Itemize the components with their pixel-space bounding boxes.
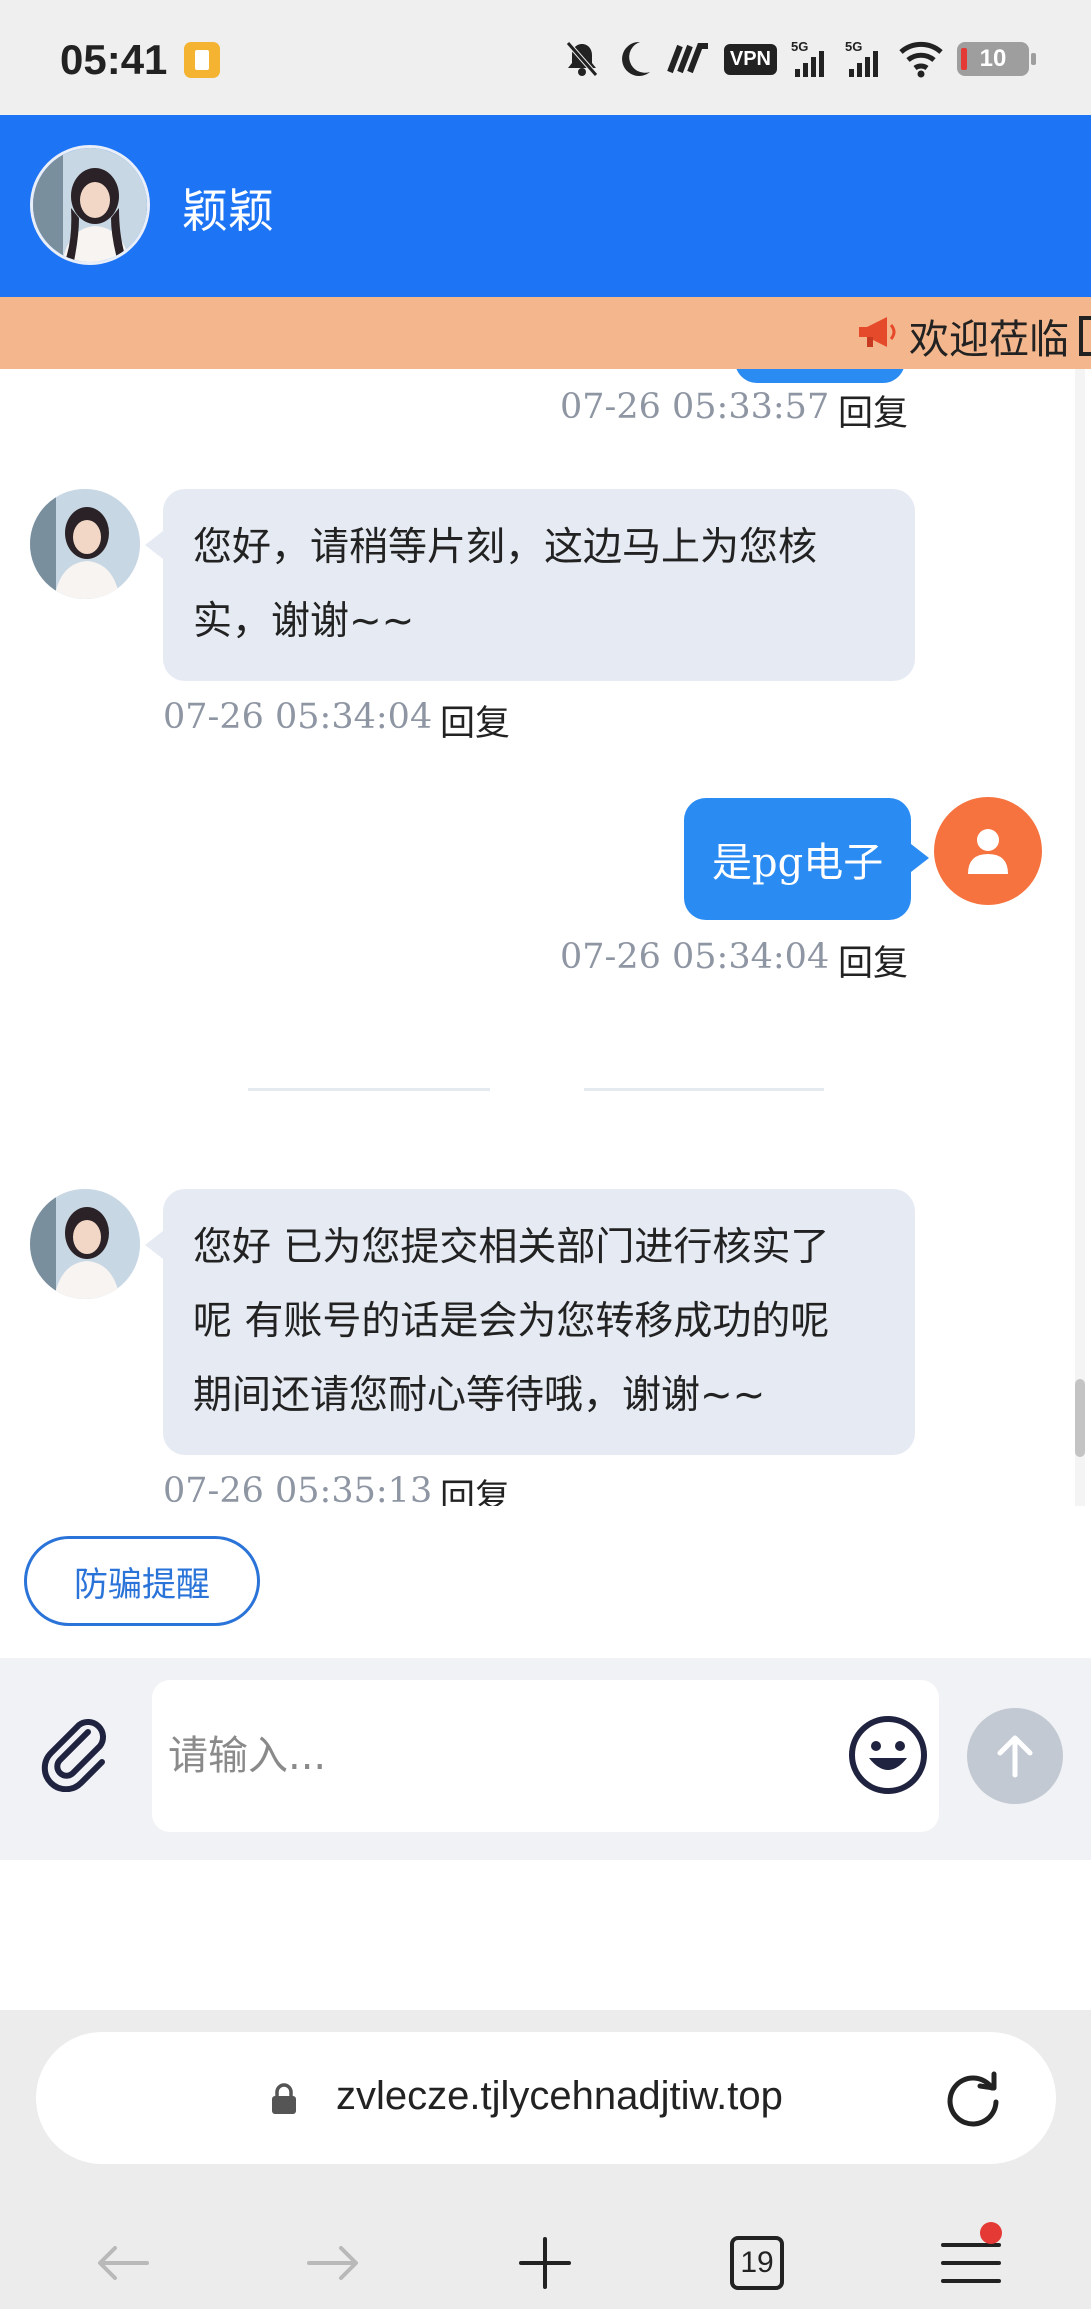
moon-icon (616, 39, 652, 79)
divider-line (584, 1088, 824, 1091)
browser-chrome: zvlecze.tjlycehnadjtiw.top 19 (0, 1860, 1091, 2309)
divider-line (248, 1088, 490, 1091)
quick-actions-row: 防骗提醒 (0, 1506, 1091, 1658)
signal-icon-2: 5G (845, 39, 885, 79)
wifi-icon (899, 40, 943, 78)
reply-button[interactable]: 回复 (440, 695, 510, 746)
reply-button[interactable]: 回复 (838, 385, 908, 436)
message-text: 是pg电子 (712, 840, 884, 886)
contact-name: 颖颖 (182, 184, 274, 238)
attachment-icon[interactable] (36, 1712, 116, 1793)
reply-button[interactable]: 回复 (440, 1469, 510, 1506)
back-button[interactable] (88, 2228, 158, 2298)
battery-indicator: 10 (957, 42, 1036, 76)
message-composer (0, 1658, 1091, 1860)
message-line: 呢 有账号的话是会为您转移成功的呢 (193, 1299, 830, 1344)
user-avatar (934, 797, 1042, 905)
megaphone-icon (855, 311, 899, 361)
notification-icon (184, 42, 220, 78)
lock-icon (272, 2083, 296, 2114)
scrollbar-thumb[interactable] (1075, 1379, 1085, 1457)
user-message-bubble (735, 369, 905, 383)
signal-icon: 5G (791, 39, 831, 79)
person-icon (968, 829, 1008, 874)
announcement-marquee: 欢迎莅临 (0, 297, 1091, 369)
message-time: 07-26 05:34:04 (163, 697, 433, 737)
vpn-badge: VPN (723, 43, 777, 75)
message-line: 实，谢谢~~ (193, 599, 415, 644)
status-icons: VPN 5G 5G 10 (562, 34, 1036, 84)
new-tab-button[interactable] (510, 2228, 580, 2298)
menu-button[interactable] (936, 2222, 1006, 2298)
message-time: 07-26 05:34:04 (560, 937, 830, 977)
hd-icon (666, 42, 710, 76)
chat-header: 颖颖 (0, 115, 1091, 297)
svg-text:5G: 5G (845, 39, 862, 54)
reload-icon[interactable] (942, 2068, 1004, 2130)
tab-count: 19 (730, 2236, 784, 2290)
message-line: 您好，请稍等片刻，这边马上为您核 (193, 525, 818, 570)
message-list[interactable]: 07-26 05:33:57 回复 您好，请稍等片刻，这边马上为您核 实，谢谢~… (0, 369, 1091, 1506)
forward-button[interactable] (298, 2228, 368, 2298)
agent-message-bubble: 您好 已为您提交相关部门进行核实了 呢 有账号的话是会为您转移成功的呢 期间还请… (145, 1189, 915, 1455)
status-time: 05:41 (60, 36, 168, 83)
reply-button[interactable]: 回复 (838, 935, 908, 986)
menu-icon (941, 2243, 1001, 2283)
agent-avatar (30, 1189, 140, 1299)
status-bar: 05:41 VPN 5G 5G 10 (0, 0, 1091, 115)
browser-nav-bar: 19 (0, 2200, 1091, 2309)
emoji-icon[interactable] (845, 1712, 931, 1798)
scrollbar-track[interactable] (1075, 369, 1085, 1506)
tabs-button[interactable]: 19 (722, 2228, 792, 2298)
svg-text:5G: 5G (791, 39, 808, 54)
arrow-up-icon (997, 1735, 1033, 1778)
arrow-right-icon (307, 2246, 358, 2280)
send-button[interactable] (967, 1708, 1063, 1804)
message-line: 期间还请您耐心等待哦，谢谢~~ (193, 1373, 766, 1418)
user-message-bubble: 是pg电子 (684, 798, 930, 920)
marquee-text: 欢迎莅临 (909, 317, 1069, 363)
notification-dot (980, 2222, 1002, 2244)
message-time: 07-26 05:35:13 (163, 1471, 433, 1506)
message-time: 07-26 05:33:57 (560, 387, 830, 427)
anti-fraud-button[interactable]: 防骗提醒 (24, 1536, 260, 1626)
agent-message-bubble: 您好，请稍等片刻，这边马上为您核 实，谢谢~~ (145, 489, 915, 681)
arrow-left-icon (98, 2246, 149, 2280)
mute-icon (562, 39, 602, 79)
message-line: 您好 已为您提交相关部门进行核实了 (193, 1225, 830, 1270)
address-bar[interactable]: zvlecze.tjlycehnadjtiw.top (36, 2032, 1056, 2164)
message-input-box (152, 1680, 939, 1832)
contact-avatar[interactable] (30, 145, 150, 265)
marquee-fragment (1079, 316, 1091, 356)
url-text[interactable]: zvlecze.tjlycehnadjtiw.top (336, 2074, 783, 2119)
agent-avatar (30, 489, 140, 599)
message-input[interactable] (168, 1680, 828, 1832)
plus-icon (519, 2237, 571, 2289)
browser-toolbar: zvlecze.tjlycehnadjtiw.top 19 (0, 2010, 1091, 2309)
